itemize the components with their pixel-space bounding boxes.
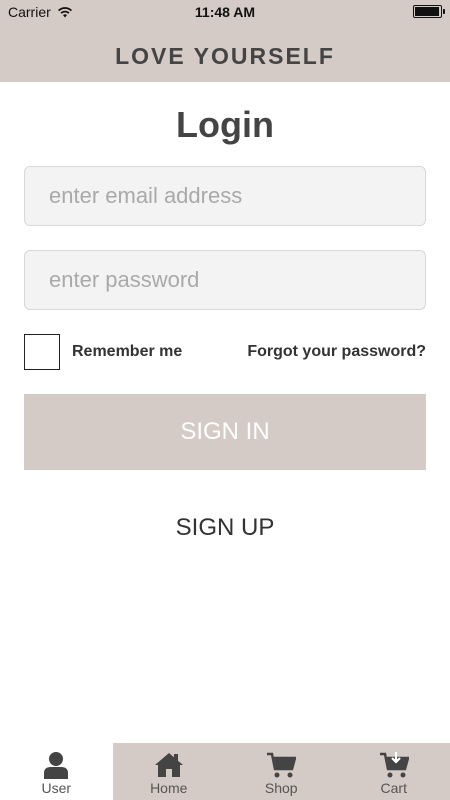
password-field[interactable] [24, 250, 426, 310]
tab-cart[interactable]: Cart [337, 743, 450, 800]
tab-user[interactable]: User [0, 743, 113, 800]
sign-up-button[interactable]: SIGN UP [0, 514, 450, 542]
forgot-password-link[interactable]: Forgot your password? [247, 343, 426, 361]
status-time: 11:48 AM [194, 4, 256, 20]
cart-icon [267, 752, 297, 778]
user-icon [44, 752, 69, 779]
tab-cart-label: Cart [380, 780, 407, 796]
battery-fill [415, 7, 439, 16]
home-icon [154, 753, 183, 777]
remember-label: Remember me [72, 343, 183, 360]
cart-download-icon [379, 752, 409, 778]
tab-shop-label: Shop [264, 780, 298, 796]
tab-user-label: User [41, 780, 72, 796]
tab-bar: User Home Shop Cart [0, 743, 450, 800]
tab-home-label: Home [150, 780, 188, 796]
sign-in-button[interactable]: SIGN IN [24, 394, 426, 470]
page-title: Login [176, 104, 274, 145]
battery-icon [413, 5, 445, 18]
status-bar: Carrier 11:48 AM [0, 0, 450, 24]
app-title: LOVE YOURSELF [115, 43, 335, 69]
tab-shop[interactable]: Shop [225, 743, 338, 800]
tab-home[interactable]: Home [112, 743, 225, 800]
email-field[interactable] [24, 166, 426, 226]
top-bar: Carrier 11:48 AM LOVE YOURSELF [0, 0, 450, 82]
remember-checkbox[interactable] [24, 334, 60, 370]
